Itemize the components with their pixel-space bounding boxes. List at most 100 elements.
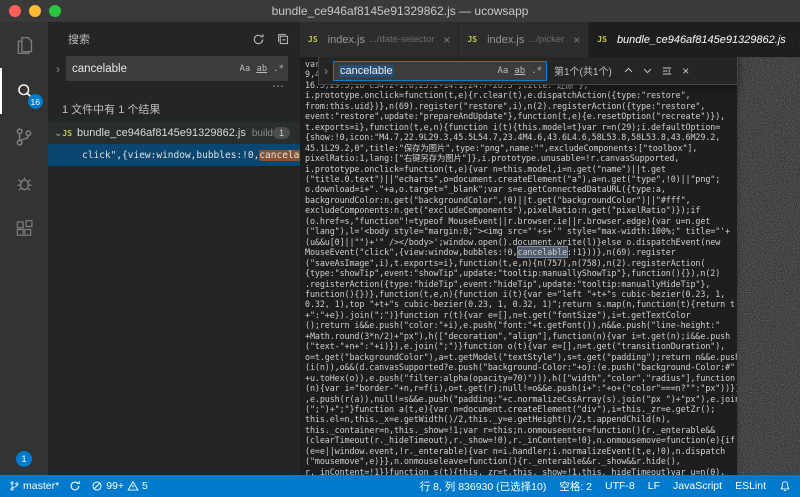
search-input-value: cancelable [72,62,127,75]
result-file-dir: build [251,127,273,139]
chevron-down-icon[interactable]: ⌄ [54,128,62,139]
tab-bar: JS index.js .../date-selector × JS index… [300,22,800,57]
close-icon[interactable]: × [573,34,580,46]
whole-word-toggle[interactable]: ab [256,64,267,74]
warning-count: 5 [142,480,148,492]
search-results-badge: 16 [27,94,43,109]
eol-status[interactable]: LF [648,480,660,492]
code-line: ();return i&&e.push("color:"+i),e.push("… [305,320,721,331]
toggle-search-details[interactable]: ⋯ [48,80,300,96]
sidebar-header: 搜索 [48,22,300,56]
code-line: ("saveAsImage",i),t.exports=i},function(… [305,257,706,268]
source-control-icon[interactable] [0,114,48,160]
zoom-window-button[interactable] [49,5,61,17]
code-line: {type:"showTip",event:"showTip",update:"… [305,268,721,279]
bell-icon[interactable] [779,480,791,493]
code-line: i.prototype.onclick=function(t,e){r.clea… [305,90,691,101]
extensions-icon[interactable] [0,206,48,252]
sync-button[interactable] [69,480,81,492]
traffic-lights [0,5,61,17]
language-mode-status[interactable]: JavaScript [673,480,722,492]
title-bar: bundle_ce946af8145e91329862.js — ucowsap… [0,0,800,22]
tab-label: bundle_ce946af8145e91329862.js [616,33,786,46]
refresh-icon[interactable] [252,33,265,46]
result-match-row[interactable]: click",{view:window,bubbles:!0,cancelabl… [48,144,300,166]
cursor-position[interactable]: 行 8, 列 836930 (已选择10) [420,479,547,494]
editor[interactable]: var r=n(240);i.defaultOption={show:!0,ic… [300,57,800,475]
code-line: ("lang"),l='<body style="margin:0;"><img… [305,226,731,237]
search-input[interactable]: cancelable Aa ab .* [66,56,288,81]
code-line: pixelRatio:1,lang:["右键另存为图片"]},i.prototy… [305,153,680,164]
code-line: backgroundColor:n.get("backgroundColor",… [305,194,691,205]
regex-toggle[interactable]: .* [531,66,542,76]
tab-index-picker[interactable]: JS index.js .../picker × [459,22,590,57]
tab-path-detail: .../picker [528,34,565,45]
toggle-replace-button[interactable]: › [319,57,333,84]
whole-word-toggle[interactable]: ab [514,66,525,76]
toggle-replace-button[interactable]: › [50,56,66,81]
encoding-status[interactable]: UTF-8 [605,480,635,492]
result-count-badge: 1 [273,127,291,139]
find-in-selection-icon[interactable] [658,62,676,80]
close-icon[interactable]: × [443,34,450,46]
regex-toggle[interactable]: .* [273,64,284,74]
code-line: o.download=i+"."+a,o.target="_blank";var… [305,184,666,195]
code-lines[interactable]: var r=n(240);i.defaultOption={show:!0,ic… [300,57,737,475]
explorer-icon[interactable] [0,22,48,68]
minimap-noise [737,57,800,475]
tab-bundle-js[interactable]: JS bundle_ce946af8145e91329862.js × [589,22,800,57]
close-window-button[interactable] [9,5,21,17]
code-line: this.el=n,this._x=e.getWidth()/2,this._y… [305,414,671,425]
code-line: +Math.round(3*n/2)+"px"),h(["decoration"… [305,330,731,341]
git-branch-status[interactable]: master* [9,480,59,492]
code-line: from:this.uid})},n(69).register("restore… [305,100,706,111]
window-title: bundle_ce946af8145e91329862.js — ucowsap… [271,4,529,18]
find-input[interactable]: cancelable Aa ab .* [333,60,547,81]
code-line: (clearTimeout(r._hideTimeout),r._show=!0… [305,435,735,446]
problems-status[interactable]: 99+ 5 [91,480,148,492]
next-match-button[interactable] [639,62,657,80]
eslint-status[interactable]: ESLint [735,480,766,492]
indentation-status[interactable]: 空格: 2 [559,479,592,494]
tab-path-detail: .../date-selector [368,34,435,45]
code-line: i.prototype.onclick=function(t,e){var n=… [305,163,666,174]
search-icon[interactable]: 16 [0,68,48,114]
error-count: 99+ [106,480,124,492]
search-sidebar: 搜索 › cancelable Aa ab .* ⋯ 1 文件中有 1 个结果 … [48,22,300,475]
code-line: t.exports=i},function(t,e,n){function i(… [305,121,721,132]
minimap[interactable] [737,57,800,475]
find-input-value: cancelable [339,64,394,77]
js-file-icon: JS [467,35,478,44]
branch-icon [10,481,19,491]
close-find-button[interactable]: × [677,62,695,80]
warning-icon [127,480,139,491]
code-line: .registerAction({type:"hideTip",event:"h… [305,278,711,289]
result-file-row[interactable]: ⌄ JS bundle_ce946af8145e91329862.js buil… [48,122,300,144]
tab-label: index.js [327,33,365,46]
editor-find-match: cancelable [516,246,568,259]
code-line: this._container=n,this._show=!1;var r=th… [305,424,716,435]
minimize-window-button[interactable] [29,5,41,17]
code-line: ("text-"+n+":"+i)}),e.join(";")}function… [305,341,726,352]
code-line: function(){})},function(t,e,n){function … [305,288,726,299]
code-line: 0.32, 1),top "+t+"s cubic-bezier(0.23, 1… [305,299,735,310]
collapse-all-icon[interactable] [277,33,290,46]
tab-index-date-selector[interactable]: JS index.js .../date-selector × [300,22,460,57]
js-file-icon: JS [62,128,73,138]
vscode-window: bundle_ce946af8145e91329862.js — ucowsap… [0,0,800,497]
code-line: ,e.push(r(a)),null!=s&&e.push("padding:"… [305,393,737,404]
code-line: (u&&u[0]||"")+'" /></body>';window.open(… [305,236,721,247]
activity-bar: 16 1 [0,22,48,475]
code-line: {show:!0,icon:"M4.7,22.9L29.3,45.5L54.7,… [305,132,721,143]
debug-icon[interactable] [0,160,48,206]
code-line: (";")+";"}function a(t,e){var n=document… [305,403,716,414]
workbench: 16 1 搜索 › cancelable Aa ab .* ⋯ 1 文件中有 1… [0,22,800,475]
tab-label: index.js [487,33,525,46]
previous-match-button[interactable] [620,62,638,80]
match-case-toggle[interactable]: Aa [497,66,508,76]
match-case-toggle[interactable]: Aa [239,64,250,74]
code-line: +":"+e}).join(";")}function r(t){var e=[… [305,309,691,320]
activity-bar-notification-badge[interactable]: 1 [16,451,32,467]
code-line: (n){var i="border-"+n,r=f(i),o=t.get(r);… [305,383,737,394]
code-line: excludeComponents:n.get("excludeComponen… [305,205,701,216]
